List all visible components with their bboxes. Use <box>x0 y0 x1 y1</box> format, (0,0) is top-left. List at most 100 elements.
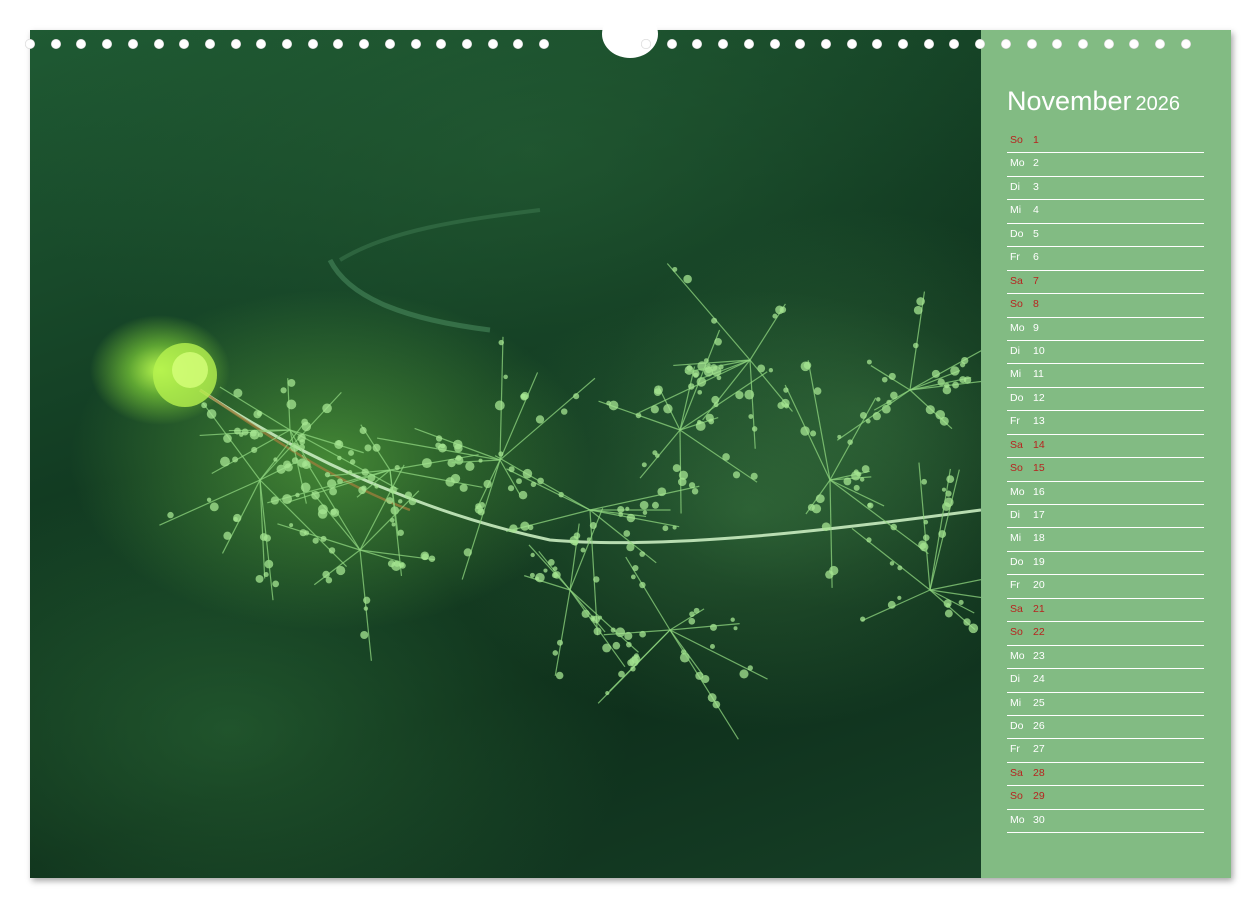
plant-branch <box>929 468 951 591</box>
bladder <box>322 403 332 414</box>
bladder <box>744 389 755 400</box>
bladder <box>534 576 540 581</box>
bladder <box>944 609 953 618</box>
bladder <box>708 418 715 425</box>
plant-branch <box>494 455 591 511</box>
background-strand <box>338 208 541 262</box>
day-row: Sa 14 <box>1007 435 1204 459</box>
day-row: Do 19 <box>1007 552 1204 576</box>
bladder <box>453 439 463 450</box>
bladder <box>223 434 232 443</box>
date-panel: November 2026 So 1 Mo 2 Di 3 Mi 4 Do 5 Fr 6 Sa 7 So 8 Mo 9… <box>981 30 1231 878</box>
weekday-label: Do <box>1010 555 1024 568</box>
bladder <box>800 426 810 436</box>
bladder <box>639 581 646 589</box>
day-row: Sa 7 <box>1007 271 1204 295</box>
bladder <box>287 379 296 387</box>
bladder <box>509 524 518 533</box>
bladder <box>961 356 969 365</box>
day-row: Sa 21 <box>1007 599 1204 623</box>
binding-hole <box>436 39 447 49</box>
bladder <box>589 521 597 530</box>
bladder <box>324 471 331 478</box>
bladder <box>730 617 735 622</box>
binding-hole <box>333 39 344 49</box>
bladder <box>916 297 925 306</box>
bladder <box>897 565 903 571</box>
bladder <box>889 561 895 566</box>
weekday-label: Sa <box>1010 274 1023 287</box>
bladder <box>209 502 219 512</box>
binding-hole <box>666 39 677 49</box>
bladder <box>843 477 852 486</box>
day-row: Sa 28 <box>1007 763 1204 787</box>
day-number: 25 <box>1033 696 1045 709</box>
bladder <box>866 537 872 543</box>
bladder <box>651 501 659 509</box>
bladder <box>397 529 404 536</box>
bladder <box>697 419 702 425</box>
bladder <box>913 305 923 315</box>
day-row: Di 17 <box>1007 505 1204 529</box>
bladder <box>547 559 555 566</box>
bladder <box>569 535 579 546</box>
bladder <box>672 266 678 272</box>
bladder <box>732 471 741 479</box>
day-number: 7 <box>1033 274 1039 287</box>
bladder <box>921 478 928 485</box>
plant-branch <box>829 479 885 507</box>
bladder <box>232 456 239 463</box>
plant-branch <box>506 509 591 533</box>
plant-branch <box>669 622 740 631</box>
day-row: Di 24 <box>1007 669 1204 693</box>
bladder <box>779 306 787 313</box>
aquatic-plant-photo <box>30 30 981 878</box>
weekday-label: Mo <box>1010 649 1025 662</box>
bladder <box>336 440 342 446</box>
weekday-label: Sa <box>1010 602 1023 615</box>
weekday-label: Mi <box>1010 532 1022 545</box>
bladder <box>663 404 673 414</box>
bladder <box>825 570 834 579</box>
bladder <box>317 509 328 519</box>
weekday-label: So <box>1010 626 1023 639</box>
plant-branch <box>389 469 483 488</box>
day-number: 13 <box>1033 415 1045 428</box>
binding-hole <box>1052 39 1063 49</box>
binding-hole <box>1129 39 1140 49</box>
bladder <box>530 481 537 488</box>
bladder <box>479 502 485 508</box>
bladder <box>522 468 533 479</box>
bladder <box>220 456 230 467</box>
binding-hole <box>230 39 241 49</box>
day-row: Fr 27 <box>1007 739 1204 763</box>
weekday-label: Fr <box>1010 743 1020 756</box>
bladder <box>711 317 718 324</box>
bladder <box>739 669 749 679</box>
bladder <box>507 485 515 492</box>
bladder <box>722 453 730 461</box>
bladder <box>642 510 648 515</box>
bladder <box>555 671 564 680</box>
weekday-label: Di <box>1010 509 1020 521</box>
bladder <box>389 486 397 494</box>
plant-branch <box>679 429 758 483</box>
bladder <box>711 395 720 404</box>
bladder <box>783 403 790 409</box>
bladder <box>478 458 483 463</box>
bladder <box>605 691 610 696</box>
day-number: 12 <box>1033 391 1045 404</box>
wire-binding <box>25 10 1231 60</box>
bladder <box>641 462 647 468</box>
binding-hole <box>282 39 292 49</box>
bladder <box>273 457 278 462</box>
weekday-label: Do <box>1010 391 1024 404</box>
bladder <box>455 454 462 461</box>
bladder <box>494 400 505 411</box>
bladder <box>912 342 919 349</box>
bladder <box>709 623 718 631</box>
hanger-cutout <box>602 10 658 58</box>
bladder <box>941 487 947 492</box>
bladder <box>691 488 699 495</box>
bladder <box>747 665 753 671</box>
